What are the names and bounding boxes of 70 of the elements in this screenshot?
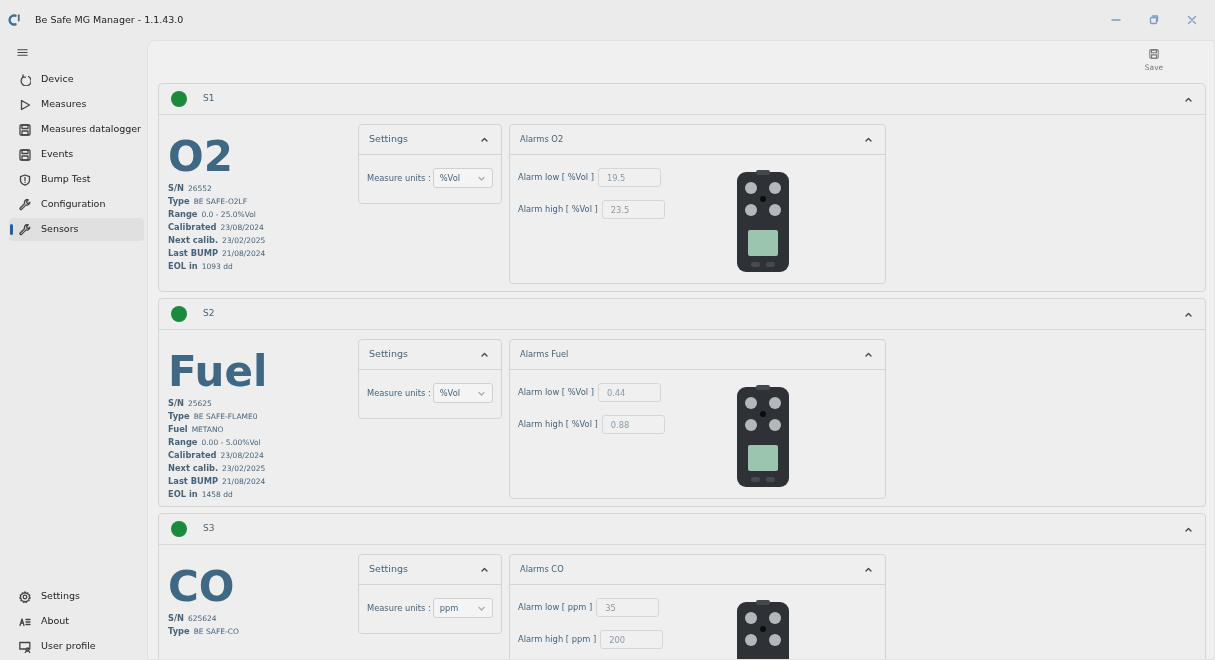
sidebar-item[interactable]: Settings [9, 585, 144, 608]
field-label: Alarm low [ %Vol ] [518, 171, 594, 184]
wrench-icon [19, 223, 31, 236]
field-label: Measure units : [367, 171, 431, 185]
gas-name: O2 [168, 136, 234, 178]
collapse-icon[interactable] [864, 350, 873, 359]
collapse-icon[interactable] [480, 135, 489, 144]
sensor-slot-label: S3 [203, 522, 216, 536]
panel-title: Alarms CO [520, 563, 564, 576]
sensor-slot-label: S1 [203, 92, 216, 106]
gas-name: CO [168, 566, 236, 608]
field-label: Alarm low [ %Vol ] [518, 386, 594, 399]
field-label: Alarm high [ %Vol ] [518, 203, 598, 216]
info-label: EOL in [168, 260, 198, 272]
info-label: Next calib. [168, 462, 219, 474]
refresh-icon [19, 73, 31, 86]
info-label: Calibrated [168, 449, 217, 461]
panel-title: Settings [369, 347, 408, 362]
field-label: Alarm high [ ppm ] [518, 633, 597, 646]
info-label: Fuel [168, 423, 188, 435]
sidebar-item[interactable]: About [9, 610, 144, 633]
status-dot [171, 521, 187, 537]
panel-title: Alarms O2 [520, 133, 564, 146]
info-label: Type [168, 410, 190, 422]
sidebar-item[interactable]: Sensors [9, 218, 144, 241]
info-label: Last BUMP [168, 475, 219, 487]
shield-icon [19, 173, 31, 186]
collapse-icon[interactable] [480, 565, 489, 574]
app-logo-icon [8, 13, 22, 27]
status-dot [171, 306, 187, 322]
sidebar-item[interactable]: Bump Test [9, 168, 144, 191]
info-label: Calibrated [168, 221, 217, 233]
info-label: Last BUMP [168, 247, 219, 259]
field-label: Alarm low [ ppm ] [518, 601, 593, 614]
user-profile-icon [19, 640, 31, 653]
sidebar-item[interactable]: Measures [9, 93, 144, 116]
panel-title: Alarms Fuel [520, 348, 569, 361]
units-dropdown[interactable]: ppm [432, 598, 493, 618]
panel-title: Settings [369, 562, 408, 577]
collapse-icon[interactable] [864, 135, 873, 144]
window-title: Be Safe MG Manager - 1.1.43.0 [35, 12, 185, 27]
info-label: Range [168, 208, 198, 220]
panel-title: Settings [369, 132, 408, 147]
menu-icon[interactable] [17, 47, 28, 58]
info-label: S/N [168, 182, 184, 194]
status-dot [171, 91, 187, 107]
info-label: S/N [168, 397, 184, 409]
sidebar-item[interactable]: Measures datalogger [9, 118, 144, 141]
info-label: Range [168, 436, 198, 448]
sidebar-item[interactable]: Events [9, 143, 144, 166]
units-dropdown[interactable]: %Vol [432, 383, 493, 403]
sensor-slot-label: S2 [203, 307, 216, 321]
field-label: Alarm high [ %Vol ] [518, 418, 598, 431]
field-label: Measure units : [367, 601, 431, 615]
sidebar-item[interactable]: User profile [9, 635, 144, 658]
gas-name: Fuel [168, 351, 269, 393]
play-icon [19, 98, 31, 111]
field-label: Measure units : [367, 386, 431, 400]
info-label: Type [168, 195, 190, 207]
sidebar-item[interactable]: Configuration [9, 193, 144, 216]
info-label: S/N [168, 612, 184, 624]
collapse-icon[interactable] [864, 565, 873, 574]
settings-icon [19, 590, 31, 603]
info-label: EOL in [168, 488, 198, 500]
info-label: Type [168, 625, 190, 637]
collapse-icon[interactable] [480, 350, 489, 359]
sidebar-item[interactable]: Device [9, 68, 144, 91]
units-dropdown[interactable]: %Vol [432, 168, 493, 188]
info-label: Next calib. [168, 234, 219, 246]
wrench-icon [19, 198, 31, 211]
